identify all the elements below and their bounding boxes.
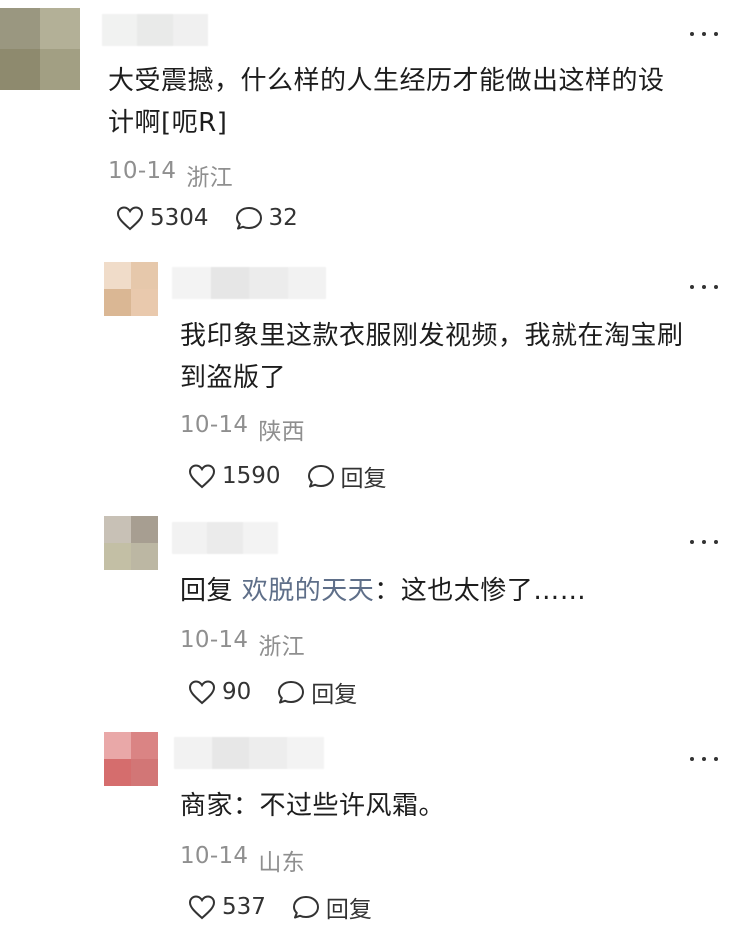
reply-item: 回复 欢脱的天天：这也太惨了…… 10-14 浙江 90 回复	[0, 510, 744, 725]
comment-actions: 1590 回复	[188, 459, 413, 493]
comment-item: 大受震撼，什么样的人生经历才能做出这样的设 计啊[呃R] 10-14 浙江 53…	[0, 0, 744, 250]
heart-icon	[188, 463, 216, 489]
username-blur-segment	[249, 737, 287, 769]
comment-meta: 10-14 浙江	[108, 158, 233, 192]
comment-bubble-icon	[307, 463, 335, 489]
reply-text: ：这也太惨了……	[374, 576, 587, 606]
username-blur-segment	[286, 737, 324, 769]
username-blur-segment	[172, 522, 208, 554]
username-blurred[interactable]	[174, 737, 324, 769]
comment-meta: 10-14 浙江	[180, 627, 305, 661]
avatar-cell	[0, 49, 40, 90]
reply-label: 回复	[340, 466, 387, 492]
comment-bubble-icon	[235, 205, 263, 231]
reply-button[interactable]: 32	[235, 205, 298, 231]
comment-text: 回复 欢脱的天天：这也太惨了……	[180, 570, 720, 612]
username-blur-segment	[211, 737, 249, 769]
reply-button[interactable]: 回复	[307, 459, 387, 493]
username-blur-segment	[172, 267, 211, 299]
avatar-cell	[131, 732, 158, 759]
avatar-cell	[104, 759, 131, 786]
reply-label: 回复	[311, 682, 358, 708]
reply-button[interactable]: 回复	[292, 890, 372, 924]
username-blurred[interactable]	[172, 522, 278, 554]
reply-item: 商家：不过些许风霜。 10-14 山东 537 回复	[0, 725, 744, 934]
more-options-icon[interactable]	[690, 277, 718, 297]
comment-location: 陕西	[258, 419, 305, 445]
comment-meta: 10-14 山东	[180, 843, 305, 877]
avatar-cell	[40, 49, 80, 90]
reply-count: 32	[268, 205, 298, 231]
more-options-icon[interactable]	[690, 24, 718, 44]
like-count: 5304	[150, 205, 209, 231]
avatar-cell	[104, 543, 131, 570]
comment-location: 山东	[258, 850, 305, 876]
username-blur-segment	[242, 522, 278, 554]
like-button[interactable]: 1590	[188, 463, 281, 489]
comment-date: 10-14	[108, 158, 177, 184]
avatar-cell	[104, 289, 131, 316]
reply-button[interactable]: 回复	[277, 675, 357, 709]
avatar-cell	[104, 732, 131, 759]
like-count: 1590	[222, 463, 281, 489]
reply-label: 回复	[325, 897, 372, 923]
comment-text: 我印象里这款衣服刚发视频，我就在淘宝刷 到盗版了	[180, 315, 720, 399]
reply-to-username[interactable]: 欢脱的天天	[242, 576, 375, 606]
username-blur-segment	[102, 14, 138, 46]
username-blur-segment	[174, 737, 212, 769]
avatar[interactable]	[104, 732, 158, 786]
like-button[interactable]: 537	[188, 894, 266, 920]
avatar[interactable]	[104, 262, 158, 316]
avatar-cell	[0, 8, 40, 49]
like-button[interactable]: 5304	[116, 205, 209, 231]
username-blurred[interactable]	[102, 14, 208, 46]
username-blur-segment	[137, 14, 173, 46]
username-blur-segment	[287, 267, 326, 299]
comment-text-line: 我印象里这款衣服刚发视频，我就在淘宝刷	[180, 321, 684, 351]
avatar-cell	[131, 516, 158, 543]
reply-prefix: 回复	[180, 576, 234, 606]
avatar-cell	[104, 516, 131, 543]
comment-actions: 5304 32	[116, 205, 324, 231]
comment-text-line: 到盗版了	[180, 363, 287, 393]
like-button[interactable]: 90	[188, 679, 251, 705]
comment-text: 大受震撼，什么样的人生经历才能做出这样的设 计啊[呃R]	[108, 60, 718, 144]
more-options-icon[interactable]	[690, 749, 718, 769]
comment-date: 10-14	[180, 627, 249, 653]
comment-actions: 90 回复	[188, 675, 383, 709]
avatar[interactable]	[0, 8, 80, 90]
avatar[interactable]	[104, 516, 158, 570]
avatar-cell	[131, 289, 158, 316]
avatar-cell	[131, 759, 158, 786]
avatar-cell	[131, 262, 158, 289]
comment-text-line: 商家：不过些许风霜。	[180, 791, 446, 821]
username-blurred[interactable]	[172, 267, 326, 299]
avatar-cell	[40, 8, 80, 49]
comment-date: 10-14	[180, 843, 249, 869]
heart-icon	[188, 679, 216, 705]
avatar-cell	[131, 543, 158, 570]
comment-meta: 10-14 陕西	[180, 412, 305, 446]
comment-location: 浙江	[186, 165, 233, 191]
comment-location: 浙江	[258, 634, 305, 660]
like-count: 537	[222, 894, 266, 920]
username-blur-segment	[210, 267, 249, 299]
username-blur-segment	[207, 522, 243, 554]
comment-text: 商家：不过些许风霜。	[180, 785, 720, 827]
comment-bubble-icon	[292, 894, 320, 920]
avatar-cell	[104, 262, 131, 289]
like-count: 90	[222, 679, 252, 705]
comment-date: 10-14	[180, 412, 249, 438]
username-blur-segment	[172, 14, 208, 46]
heart-icon	[116, 205, 144, 231]
comment-text-line: 计啊[呃R]	[108, 108, 228, 138]
comment-text-line: 大受震撼，什么样的人生经历才能做出这样的设	[108, 66, 665, 96]
heart-icon	[188, 894, 216, 920]
comment-actions: 537 回复	[188, 890, 398, 924]
comment-bubble-icon	[277, 679, 305, 705]
username-blur-segment	[249, 267, 288, 299]
more-options-icon[interactable]	[690, 532, 718, 552]
reply-item: 我印象里这款衣服刚发视频，我就在淘宝刷 到盗版了 10-14 陕西 1590 回…	[0, 255, 744, 505]
